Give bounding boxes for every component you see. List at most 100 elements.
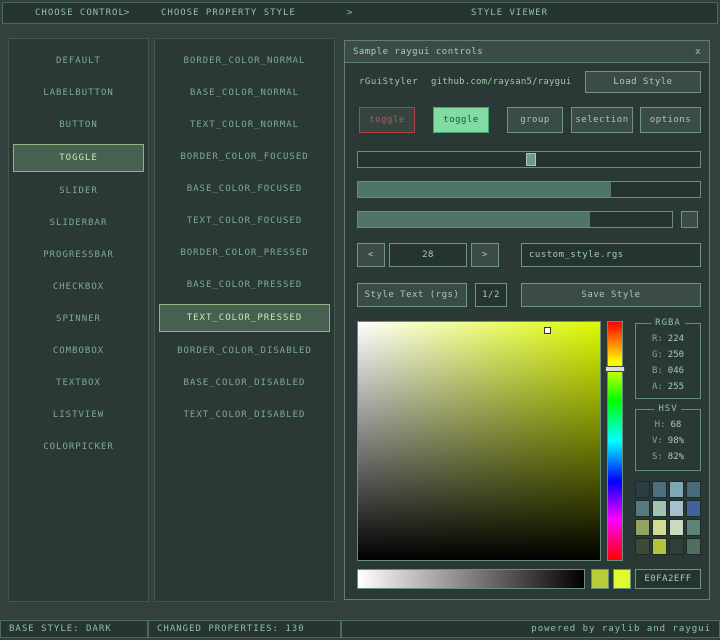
checkbox[interactable] xyxy=(681,211,698,228)
palette-swatch[interactable] xyxy=(652,519,667,536)
window-title: Sample raygui controls xyxy=(353,46,484,57)
property-list-item-selected[interactable]: TEXT_COLOR_PRESSED xyxy=(159,304,330,332)
page-indicator: 1/2 xyxy=(475,283,507,307)
control-list-item[interactable]: COMBOBOX xyxy=(9,335,148,367)
toggle-group-item[interactable]: selection xyxy=(571,107,633,133)
color-picker-panel[interactable] xyxy=(357,321,601,561)
top-bar: CHOOSE CONTROL > CHOOSE PROPERTY STYLE >… xyxy=(2,2,718,24)
property-list-item[interactable]: TEXT_COLOR_NORMAL xyxy=(155,109,334,141)
hsv-group-title: HSV xyxy=(654,404,682,414)
rgba-row: A: 255 xyxy=(651,382,685,392)
control-list-item[interactable]: DEFAULT xyxy=(9,45,148,77)
status-changed-properties: CHANGED PROPERTIES: 130 xyxy=(148,620,341,638)
property-list-item[interactable]: BASE_COLOR_PRESSED xyxy=(155,269,334,301)
color-picker-marker[interactable] xyxy=(544,326,552,334)
slider-handle[interactable] xyxy=(525,153,536,166)
style-viewer-window: Sample raygui controls x rGuiStyler gith… xyxy=(344,40,710,600)
step-style-viewer: STYLE VIEWER xyxy=(471,8,549,18)
toggle-group-item-active[interactable]: toggle xyxy=(433,107,489,133)
hue-bar[interactable] xyxy=(605,321,625,561)
toggle-button[interactable]: toggle xyxy=(359,107,415,133)
hsv-group: HSV H: 68 V: 98% S: 82% xyxy=(635,404,701,471)
rgba-row: B: 046 xyxy=(651,366,685,376)
palette-swatch[interactable] xyxy=(652,500,667,517)
progress-bar-fill xyxy=(358,182,612,197)
load-style-button[interactable]: Load Style xyxy=(585,71,701,93)
spinner-increment-button[interactable]: > xyxy=(471,243,499,267)
palette-swatch[interactable] xyxy=(669,500,684,517)
property-list-item[interactable]: BORDER_COLOR_DISABLED xyxy=(155,335,334,367)
property-list-item[interactable]: BORDER_COLOR_NORMAL xyxy=(155,45,334,77)
control-list-item[interactable]: SLIDERBAR xyxy=(9,207,148,239)
status-bar: BASE STYLE: DARK CHANGED PROPERTIES: 130… xyxy=(0,620,720,640)
property-list-item[interactable]: BASE_COLOR_FOCUSED xyxy=(155,173,334,205)
palette-swatch[interactable] xyxy=(635,500,650,517)
palette-swatch[interactable] xyxy=(635,519,650,536)
slider-bar[interactable] xyxy=(357,211,673,228)
style-color-palette xyxy=(635,481,701,555)
control-list-item[interactable]: LISTVIEW xyxy=(9,399,148,431)
hsv-row: S: 82% xyxy=(651,452,685,462)
rgba-group: RGBA R: 224 G: 250 B: 046 A: 255 xyxy=(635,318,701,399)
property-list-item[interactable]: TEXT_COLOR_DISABLED xyxy=(155,399,334,431)
control-list-item[interactable]: PROGRESSBAR xyxy=(9,239,148,271)
window-titlebar: Sample raygui controls x xyxy=(345,41,709,63)
rgba-group-title: RGBA xyxy=(651,318,685,328)
rguistyler-app: CHOOSE CONTROL > CHOOSE PROPERTY STYLE >… xyxy=(0,0,720,640)
control-list-item[interactable]: SLIDER xyxy=(9,175,148,207)
property-list-item[interactable]: BASE_COLOR_DISABLED xyxy=(155,367,334,399)
palette-swatch[interactable] xyxy=(669,519,684,536)
palette-swatch[interactable] xyxy=(686,500,701,517)
palette-swatch[interactable] xyxy=(635,481,650,498)
step-choose-property-style: CHOOSE PROPERTY STYLE xyxy=(161,8,296,18)
current-color-swatch[interactable] xyxy=(613,569,631,589)
spinner-decrement-button[interactable]: < xyxy=(357,243,385,267)
property-list-item[interactable]: BORDER_COLOR_FOCUSED xyxy=(155,141,334,173)
control-list-item[interactable]: LABELBUTTON xyxy=(9,77,148,109)
repo-url-label: github.com/raysan5/raygui xyxy=(431,77,572,87)
palette-swatch[interactable] xyxy=(686,481,701,498)
rgba-row: R: 224 xyxy=(651,334,685,344)
properties-list-panel: BORDER_COLOR_NORMAL BASE_COLOR_NORMAL TE… xyxy=(154,38,335,602)
breadcrumb-separator-icon: > xyxy=(124,8,131,18)
hex-color-input[interactable]: E0FA2EFF xyxy=(635,569,701,589)
slider-bar-fill xyxy=(358,212,591,227)
previous-color-swatch[interactable] xyxy=(591,569,609,589)
breadcrumb-separator-icon: > xyxy=(347,8,354,18)
style-text-button[interactable]: Style Text (rgs) xyxy=(357,283,467,307)
status-credit: powered by raylib and raygui xyxy=(341,620,720,638)
control-list-item[interactable]: CHECKBOX xyxy=(9,271,148,303)
controls-list-panel: DEFAULT LABELBUTTON BUTTON TOGGLE SLIDER… xyxy=(8,38,149,602)
spinner-value[interactable]: 28 xyxy=(389,243,467,267)
property-list-item[interactable]: BASE_COLOR_NORMAL xyxy=(155,77,334,109)
close-icon[interactable]: x xyxy=(695,47,701,57)
hsv-row: H: 68 xyxy=(654,420,682,430)
filename-input[interactable]: custom_style.rgs xyxy=(521,243,701,267)
rgba-row: G: 250 xyxy=(651,350,685,360)
toggle-group-item[interactable]: group xyxy=(507,107,563,133)
palette-swatch[interactable] xyxy=(652,481,667,498)
palette-swatch[interactable] xyxy=(686,538,701,555)
palette-swatch[interactable] xyxy=(669,481,684,498)
control-list-item[interactable]: TEXTBOX xyxy=(9,367,148,399)
palette-swatch[interactable] xyxy=(652,538,667,555)
property-list-item[interactable]: BORDER_COLOR_PRESSED xyxy=(155,237,334,269)
value-gradient-bar[interactable] xyxy=(357,569,585,589)
app-name-label: rGuiStyler xyxy=(359,77,419,87)
status-base-style: BASE STYLE: DARK xyxy=(0,620,148,638)
control-list-item[interactable]: SPINNER xyxy=(9,303,148,335)
property-list-item[interactable]: TEXT_COLOR_FOCUSED xyxy=(155,205,334,237)
palette-swatch[interactable] xyxy=(669,538,684,555)
hue-bar-handle[interactable] xyxy=(605,366,625,373)
palette-swatch[interactable] xyxy=(635,538,650,555)
control-list-item[interactable]: BUTTON xyxy=(9,109,148,141)
palette-swatch[interactable] xyxy=(686,519,701,536)
control-list-item-selected[interactable]: TOGGLE xyxy=(13,144,144,172)
slider[interactable] xyxy=(357,151,701,168)
toggle-group-item[interactable]: options xyxy=(640,107,701,133)
control-list-item[interactable]: COLORPICKER xyxy=(9,431,148,463)
progress-bar xyxy=(357,181,701,198)
hsv-row: V: 98% xyxy=(651,436,685,446)
save-style-button[interactable]: Save Style xyxy=(521,283,701,307)
step-choose-control: CHOOSE CONTROL xyxy=(35,8,125,18)
